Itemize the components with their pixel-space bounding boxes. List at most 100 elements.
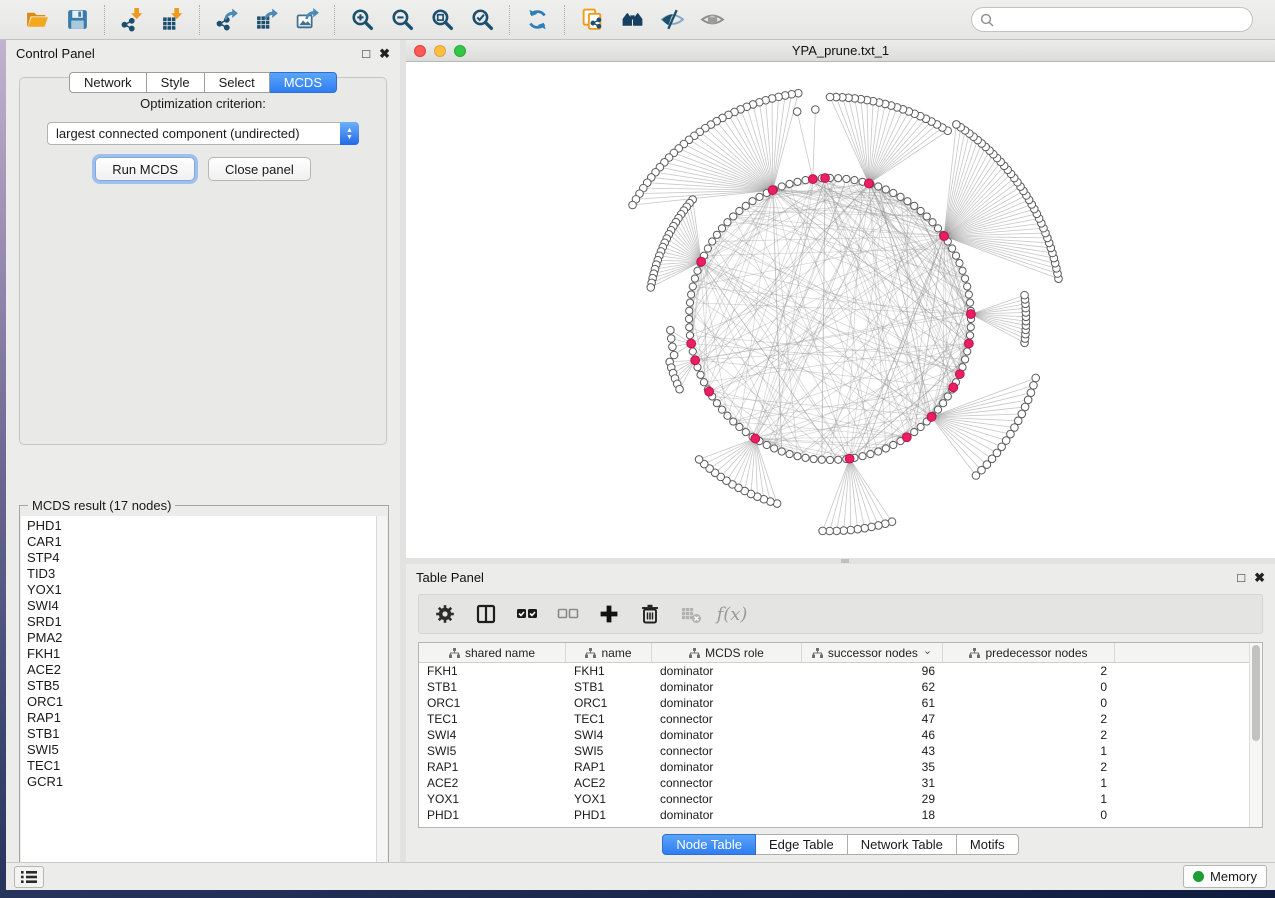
- sort-desc-icon: ⌄: [923, 644, 932, 657]
- zoom-fit-icon[interactable]: [429, 7, 455, 33]
- table-toolbar: f(x): [418, 594, 1263, 634]
- table-row[interactable]: ACE2ACE2connector311: [419, 775, 1249, 791]
- export-table-icon[interactable]: [254, 7, 280, 33]
- run-mcds-button[interactable]: Run MCDS: [95, 157, 195, 181]
- tab-edge-table[interactable]: Edge Table: [756, 834, 848, 855]
- result-list-item[interactable]: STB1: [27, 726, 376, 742]
- result-list-item[interactable]: PMA2: [27, 630, 376, 646]
- result-list-item[interactable]: CAR1: [27, 534, 376, 550]
- tab-node-table[interactable]: Node Table: [662, 834, 756, 855]
- network-view[interactable]: [406, 62, 1275, 557]
- close-table-panel-icon[interactable]: ✖: [1254, 571, 1265, 584]
- show-graphics-icon[interactable]: [699, 7, 725, 33]
- control-panel-tabs: NetworkStyleSelectMCDS: [6, 72, 400, 93]
- hide-graphics-icon[interactable]: [659, 7, 685, 33]
- result-list-item[interactable]: ACE2: [27, 662, 376, 678]
- import-table-icon[interactable]: [159, 7, 185, 33]
- result-list-item[interactable]: RAP1: [27, 710, 376, 726]
- table-scrollbar[interactable]: [1249, 643, 1262, 827]
- result-list-item[interactable]: TEC1: [27, 758, 376, 774]
- result-list-item[interactable]: SRD1: [27, 614, 376, 630]
- columns-icon[interactable]: [474, 602, 498, 626]
- main-area: Control Panel □ ✖ NetworkStyleSelectMCDS…: [6, 40, 1275, 890]
- mcds-result-title: MCDS result (17 nodes): [28, 498, 175, 513]
- search-input[interactable]: [999, 12, 1244, 27]
- table-panel-title: Table Panel: [416, 570, 484, 585]
- tab-network-table[interactable]: Network Table: [848, 834, 957, 855]
- export-network-icon[interactable]: [214, 7, 240, 33]
- search-icon: [980, 13, 994, 27]
- result-list-item[interactable]: ORC1: [27, 694, 376, 710]
- close-panel-icon[interactable]: ✖: [379, 47, 390, 60]
- table-row[interactable]: SWI4SWI4dominator462: [419, 727, 1249, 743]
- refresh-layout-icon[interactable]: [524, 7, 550, 33]
- float-table-panel-icon[interactable]: □: [1237, 571, 1245, 584]
- table-row[interactable]: TEC1TEC1connector472: [419, 711, 1249, 727]
- save-session-icon[interactable]: [64, 7, 90, 33]
- float-panel-icon[interactable]: □: [362, 47, 370, 60]
- table-row[interactable]: FKH1FKH1dominator962: [419, 663, 1249, 679]
- criterion-value: largest connected component (undirected): [48, 126, 340, 141]
- criterion-dropdown[interactable]: largest connected component (undirected)…: [47, 122, 359, 145]
- column-header-MCDS-role[interactable]: MCDS role: [652, 643, 802, 662]
- zoom-selected-icon[interactable]: [469, 7, 495, 33]
- table-scrollbar-thumb[interactable]: [1252, 645, 1260, 741]
- status-bar: Memory: [6, 862, 1275, 890]
- result-list-item[interactable]: STP4: [27, 550, 376, 566]
- dropdown-stepper-icon: ▲▼: [340, 122, 359, 145]
- close-panel-button[interactable]: Close panel: [208, 157, 311, 181]
- tab-select[interactable]: Select: [205, 72, 270, 93]
- import-network-icon[interactable]: [119, 7, 145, 33]
- network-window-title: YPA_prune.txt_1: [406, 43, 1275, 58]
- tab-mcds[interactable]: MCDS: [270, 72, 337, 93]
- result-list-item[interactable]: TID3: [27, 566, 376, 582]
- table-row[interactable]: SWI5SWI5connector431: [419, 743, 1249, 759]
- table-row[interactable]: ORC1ORC1dominator610: [419, 695, 1249, 711]
- table-tabs: Node TableEdge TableNetwork TableMotifs: [406, 834, 1275, 855]
- table-panel: Table Panel □ ✖ f(x) shared namenameMCDS…: [406, 564, 1275, 862]
- zoom-in-icon[interactable]: [349, 7, 375, 33]
- share-document-icon[interactable]: [579, 7, 605, 33]
- task-history-button[interactable]: [14, 866, 44, 888]
- result-list-item[interactable]: FKH1: [27, 646, 376, 662]
- memory-button[interactable]: Memory: [1183, 865, 1267, 888]
- column-header-successor-nodes[interactable]: successor nodes⌄: [802, 643, 943, 662]
- splitter-grip: [841, 559, 849, 563]
- gear-icon[interactable]: [433, 602, 457, 626]
- select-all-icon[interactable]: [515, 602, 539, 626]
- result-list-item[interactable]: SWI4: [27, 598, 376, 614]
- network-window: YPA_prune.txt_1: [406, 40, 1275, 558]
- table-row[interactable]: YOX1YOX1connector291: [419, 791, 1249, 807]
- result-list-scrollbar[interactable]: [376, 516, 387, 875]
- criterion-label: Optimization criterion:: [20, 96, 386, 111]
- mcds-result-list[interactable]: PHD1CAR1STP4TID3YOX1SWI4SRD1PMA2FKH1ACE2…: [21, 516, 387, 875]
- network-search-icon[interactable]: [619, 7, 645, 33]
- column-header-shared-name[interactable]: shared name: [419, 643, 566, 662]
- table-row[interactable]: STB1STB1dominator620: [419, 679, 1249, 695]
- table-row[interactable]: RAP1RAP1dominator352: [419, 759, 1249, 775]
- column-header-predecessor-nodes[interactable]: predecessor nodes: [943, 643, 1115, 662]
- column-header-name[interactable]: name: [566, 643, 652, 662]
- table-row[interactable]: PHD1PHD1dominator180: [419, 807, 1249, 823]
- node-table: shared namenameMCDS rolesuccessor nodes⌄…: [418, 642, 1263, 828]
- result-list-item[interactable]: SWI5: [27, 742, 376, 758]
- result-list-item[interactable]: GCR1: [27, 774, 376, 790]
- zoom-out-icon[interactable]: [389, 7, 415, 33]
- search-box[interactable]: [971, 7, 1253, 32]
- open-file-icon[interactable]: [24, 7, 50, 33]
- mcds-result-group: MCDS result (17 nodes) PHD1CAR1STP4TID3Y…: [19, 505, 389, 877]
- deselect-all-icon[interactable]: [556, 602, 580, 626]
- network-window-titlebar[interactable]: YPA_prune.txt_1: [406, 40, 1275, 62]
- delete-column-icon[interactable]: [638, 602, 662, 626]
- tab-network[interactable]: Network: [69, 72, 147, 93]
- add-column-icon[interactable]: [597, 602, 621, 626]
- tab-style[interactable]: Style: [147, 72, 205, 93]
- network-graph[interactable]: [406, 62, 1275, 557]
- main-toolbar: [0, 0, 1275, 40]
- result-list-item[interactable]: YOX1: [27, 582, 376, 598]
- result-list-item[interactable]: STB5: [27, 678, 376, 694]
- tab-motifs[interactable]: Motifs: [957, 834, 1019, 855]
- result-list-item[interactable]: PHD1: [27, 518, 376, 534]
- function-icon: f(x): [720, 602, 744, 626]
- export-image-icon[interactable]: [294, 7, 320, 33]
